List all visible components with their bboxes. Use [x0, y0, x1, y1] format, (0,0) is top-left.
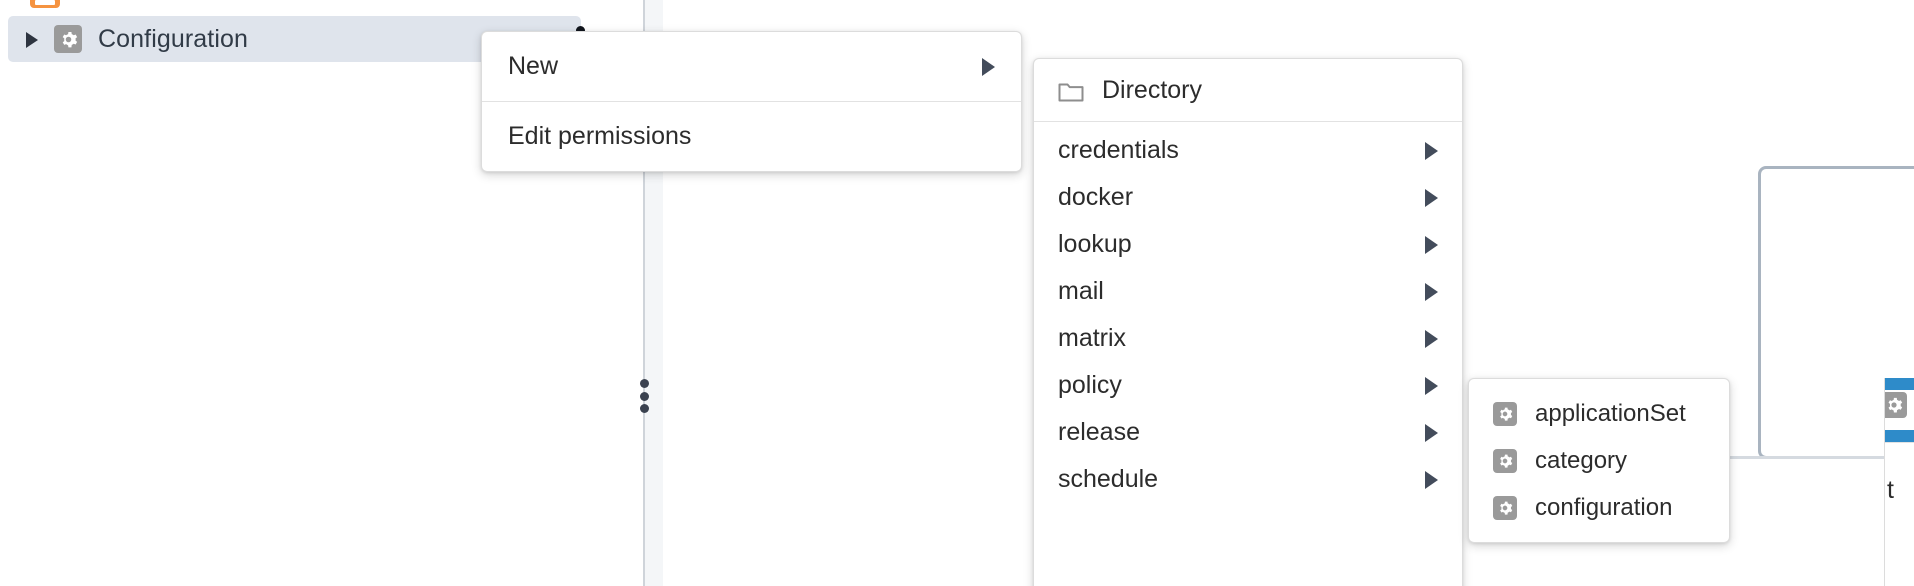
kind-submenu-item-category-label: category — [1535, 446, 1628, 474]
new-submenu-item-directory[interactable]: Directory — [1034, 64, 1462, 117]
new-submenu-item-schedule[interactable]: schedule — [1034, 456, 1462, 503]
chevron-right-icon — [1425, 141, 1438, 160]
context-menu-item-edit-permissions[interactable]: Edit permissions — [482, 102, 1021, 171]
edge-divider — [1885, 442, 1914, 443]
context-menu-item-edit-permissions-label: Edit permissions — [508, 122, 692, 150]
new-submenu-item-directory-label: Directory — [1102, 76, 1203, 104]
kind-submenu-item-configuration-label: configuration — [1535, 493, 1673, 521]
new-submenu-header-group: Directory — [1034, 59, 1462, 121]
new-submenu-item-lookup[interactable]: lookup — [1034, 221, 1462, 268]
context-menu[interactable]: New Edit permissions — [481, 31, 1022, 172]
folder-icon — [1058, 80, 1084, 102]
tree-item-label: Configuration — [98, 24, 249, 53]
new-submenu-item-policy[interactable]: policy — [1034, 362, 1462, 409]
chevron-right-icon — [1425, 376, 1438, 395]
kebab-dot — [639, 379, 649, 388]
new-submenu-kinds-group: credentials docker lookup mail matrix po… — [1034, 122, 1462, 507]
new-submenu-item-matrix[interactable]: matrix — [1034, 315, 1462, 362]
new-submenu-item-release[interactable]: release — [1034, 409, 1462, 456]
caret-right-icon[interactable] — [25, 30, 39, 48]
kebab-dot — [639, 404, 649, 413]
kind-submenu-item-category[interactable]: category — [1469, 437, 1729, 484]
gear-icon — [1493, 495, 1517, 520]
kebab-dot — [639, 391, 649, 401]
kind-submenu[interactable]: applicationSet category configuration — [1468, 378, 1730, 543]
gear-icon — [54, 25, 82, 53]
detail-panel-underline — [1702, 456, 1914, 459]
new-submenu-item-docker[interactable]: docker — [1034, 174, 1462, 221]
new-submenu[interactable]: Directory credentials docker lookup mail — [1033, 58, 1463, 586]
new-submenu-item-mail-label: mail — [1058, 277, 1104, 305]
edge-clipped-list[interactable]: t — [1884, 378, 1914, 586]
chevron-right-icon — [1425, 282, 1438, 301]
context-menu-item-new[interactable]: New — [482, 32, 1021, 101]
gear-icon — [1885, 392, 1907, 418]
chevron-right-icon — [1425, 188, 1438, 207]
edge-clipped-label: t — [1887, 476, 1894, 504]
new-submenu-item-docker-label: docker — [1058, 183, 1134, 211]
kind-submenu-item-configuration[interactable]: configuration — [1469, 484, 1729, 531]
orange-file-icon — [30, 0, 60, 8]
chevron-right-icon — [1425, 423, 1438, 442]
chevron-right-icon — [982, 57, 995, 76]
orange-file-icon-bars — [35, 0, 55, 5]
new-submenu-item-lookup-label: lookup — [1058, 230, 1132, 258]
chevron-right-icon — [1425, 235, 1438, 254]
gear-icon — [1493, 448, 1517, 473]
app-root: Configuration t New Edit permissions Dir… — [0, 0, 1914, 586]
new-submenu-item-matrix-label: matrix — [1058, 324, 1127, 352]
edge-selected-bar — [1885, 378, 1914, 390]
new-submenu-item-schedule-label: schedule — [1058, 465, 1159, 493]
new-submenu-item-credentials-label: credentials — [1058, 136, 1179, 164]
new-submenu-item-policy-label: policy — [1058, 371, 1122, 399]
kind-submenu-item-applicationset-label: applicationSet — [1535, 399, 1686, 427]
gear-icon — [1493, 401, 1517, 426]
chevron-right-icon — [1425, 329, 1438, 348]
new-submenu-item-release-label: release — [1058, 418, 1140, 446]
edge-selected-bar-2 — [1885, 430, 1914, 442]
new-submenu-item-credentials[interactable]: credentials — [1034, 127, 1462, 174]
splitter-handle-icon[interactable] — [636, 379, 652, 413]
context-menu-item-new-label: New — [508, 52, 559, 80]
chevron-right-icon — [1425, 470, 1438, 489]
new-submenu-item-mail[interactable]: mail — [1034, 268, 1462, 315]
kind-submenu-item-applicationset[interactable]: applicationSet — [1469, 390, 1729, 437]
